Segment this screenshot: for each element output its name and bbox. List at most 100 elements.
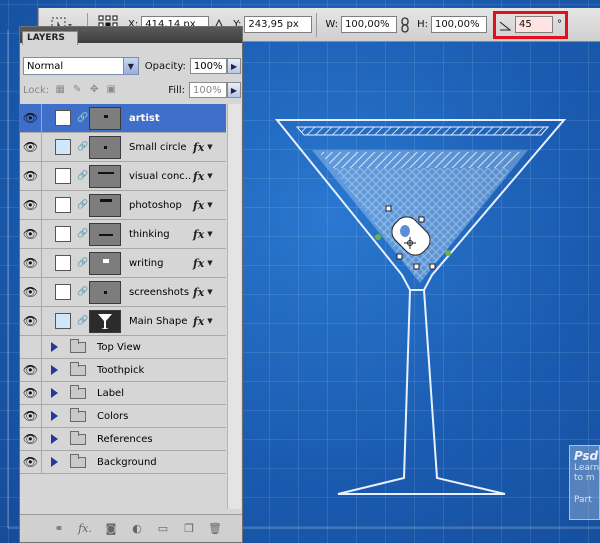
group-row-top-view[interactable]: Top View	[20, 335, 226, 359]
fx-icon[interactable]: fx	[193, 141, 204, 154]
visibility-toggle[interactable]: 👁	[20, 219, 42, 249]
layer-row-main-shape[interactable]: 👁 🔗 Main Shape fx ▼	[20, 306, 226, 336]
chain-link-icon[interactable]: 🔗	[77, 229, 88, 239]
chain-link-icon[interactable]: 🔗	[77, 316, 88, 326]
fx-icon[interactable]: fx	[193, 228, 204, 241]
visibility-toggle[interactable]: 👁	[20, 306, 42, 336]
caret-down-icon[interactable]: ▼	[207, 259, 212, 267]
folder-icon	[70, 361, 86, 376]
lock-transparency-icon[interactable]: ▦	[54, 84, 66, 96]
chain-link-icon[interactable]: 🔗	[77, 171, 88, 181]
visibility-toggle[interactable]: 👁	[20, 190, 42, 220]
group-row-references[interactable]: 👁 References	[20, 427, 226, 451]
blend-mode-select[interactable]: Normal ▼	[23, 57, 139, 75]
group-row-label[interactable]: 👁 Label	[20, 381, 226, 405]
caret-down-icon[interactable]: ▼	[207, 143, 212, 151]
opacity-field[interactable]: 100%	[189, 58, 228, 74]
caret-down-icon[interactable]: ▼	[207, 201, 212, 209]
layer-row-writing[interactable]: 👁 🔗 writing fx ▼	[20, 248, 226, 278]
h-label: H:	[417, 19, 428, 30]
caret-down-icon[interactable]: ▼	[207, 172, 212, 180]
watermark-line1: Learn	[574, 463, 600, 473]
group-name: References	[97, 433, 153, 445]
link-proportions-icon[interactable]	[400, 16, 410, 33]
visibility-toggle[interactable]: 👁	[20, 161, 42, 191]
chevron-down-icon[interactable]: ▼	[122, 58, 138, 74]
add-layer-style-icon[interactable]: fx.	[76, 522, 94, 535]
visibility-toggle[interactable]: 👁	[20, 381, 42, 405]
layer-thumbnail	[89, 309, 121, 333]
lock-all-icon[interactable]: ▣	[105, 84, 117, 96]
eye-icon: 👁	[22, 169, 39, 183]
visibility-toggle[interactable]: 👁	[20, 358, 42, 382]
visibility-toggle[interactable]: 👁	[20, 427, 42, 451]
lock-image-icon[interactable]: ✎	[71, 84, 83, 96]
opacity-arrow-icon[interactable]: ▶	[227, 58, 241, 74]
visibility-toggle[interactable]: 👁	[20, 450, 42, 474]
visibility-toggle[interactable]	[20, 335, 42, 359]
height-field[interactable]: 100,00%	[430, 16, 487, 33]
layer-row-artist[interactable]: 👁 🔗 artist	[20, 103, 226, 133]
trash-icon[interactable]: 🗑	[206, 522, 224, 535]
visibility-toggle[interactable]: 👁	[20, 277, 42, 307]
new-layer-icon[interactable]: ❐	[180, 522, 198, 535]
layer-row-small-circle[interactable]: 👁 🔗 Small circle fx ▼	[20, 132, 226, 162]
expand-triangle-icon[interactable]	[51, 388, 58, 398]
layer-mask-thumbnail	[55, 197, 71, 213]
fx-icon[interactable]: fx	[193, 315, 204, 328]
group-row-background[interactable]: 👁 Background	[20, 450, 226, 474]
chain-link-icon[interactable]: 🔗	[77, 200, 88, 210]
expand-triangle-icon[interactable]	[51, 434, 58, 444]
rotate-angle-icon	[499, 21, 511, 30]
eye-icon: 👁	[22, 285, 39, 299]
layer-row-thinking[interactable]: 👁 🔗 thinking fx ▼	[20, 219, 226, 249]
layer-name: visual conc...	[129, 170, 191, 182]
chain-link-icon[interactable]: 🔗	[77, 113, 88, 123]
eye-icon: 👁	[22, 198, 39, 212]
group-row-colors[interactable]: 👁 Colors	[20, 404, 226, 428]
degree-symbol: °	[556, 19, 562, 30]
chain-link-icon[interactable]: 🔗	[77, 142, 88, 152]
layer-mask-thumbnail	[55, 168, 71, 184]
new-group-icon[interactable]: ▭	[154, 522, 172, 535]
lock-label: Lock:	[23, 84, 50, 96]
layer-row-screenshots[interactable]: 👁 🔗 screenshots fx ▼	[20, 277, 226, 307]
glass-thumbnail-icon	[98, 313, 112, 329]
tab-layers[interactable]: LAYERS	[22, 31, 78, 45]
layer-row-photoshop[interactable]: 👁 🔗 photoshop fx ▼	[20, 190, 226, 220]
y-position-field[interactable]: 243,95 px	[244, 16, 313, 33]
fx-icon[interactable]: fx	[193, 286, 204, 299]
visibility-toggle[interactable]: 👁	[20, 103, 42, 133]
layer-thumbnail	[89, 251, 121, 275]
visibility-toggle[interactable]: 👁	[20, 248, 42, 278]
fill-field[interactable]: 100%	[189, 82, 227, 98]
caret-down-icon[interactable]: ▼	[207, 317, 212, 325]
fx-icon[interactable]: fx	[193, 199, 204, 212]
caret-down-icon[interactable]: ▼	[207, 288, 212, 296]
width-field[interactable]: 100,00%	[341, 16, 398, 33]
lock-position-icon[interactable]: ✥	[88, 84, 100, 96]
chain-link-icon[interactable]: 🔗	[77, 287, 88, 297]
visibility-toggle[interactable]: 👁	[20, 132, 42, 162]
folder-icon	[70, 407, 86, 422]
chain-link-icon[interactable]: 🔗	[77, 258, 88, 268]
fill-arrow-icon[interactable]: ▶	[227, 82, 241, 98]
expand-triangle-icon[interactable]	[51, 457, 58, 467]
fx-icon[interactable]: fx	[193, 257, 204, 270]
link-layers-icon[interactable]: ⚭	[50, 522, 68, 535]
layers-scrollbar[interactable]	[227, 104, 241, 509]
expand-triangle-icon[interactable]	[51, 365, 58, 375]
rotate-angle-field[interactable]: 45	[514, 16, 553, 33]
adjustment-layer-icon[interactable]: ◐	[128, 522, 146, 535]
expand-triangle-icon[interactable]	[51, 411, 58, 421]
watermark-box: Psd Learn to m Part	[569, 445, 600, 520]
caret-down-icon[interactable]: ▼	[207, 230, 212, 238]
layer-row-visual-concept[interactable]: 👁 🔗 visual conc... fx ▼	[20, 161, 226, 191]
add-mask-icon[interactable]: ◙	[102, 522, 120, 535]
fx-icon[interactable]: fx	[193, 170, 204, 183]
visibility-toggle[interactable]: 👁	[20, 404, 42, 428]
layer-name: Main Shape	[129, 315, 188, 327]
expand-triangle-icon[interactable]	[51, 342, 58, 352]
group-row-toothpick[interactable]: 👁 Toothpick	[20, 358, 226, 382]
layer-thumbnail	[89, 222, 121, 246]
